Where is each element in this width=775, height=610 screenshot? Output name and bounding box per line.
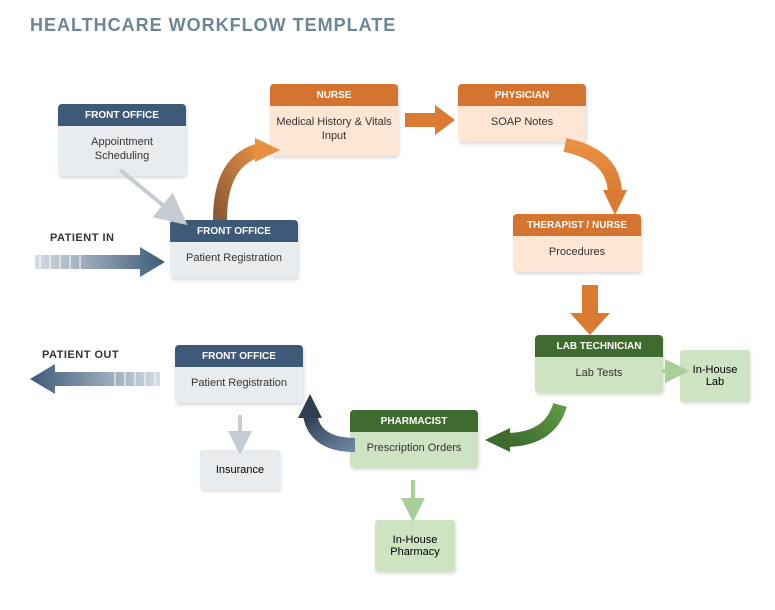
node-body: SOAP Notes (458, 106, 586, 142)
patient-in-label: PATIENT IN (50, 232, 114, 244)
patient-out-arrow (30, 364, 160, 399)
node-body: Procedures (513, 236, 641, 272)
arrow-fo1-to-fo2 (120, 170, 190, 235)
node-front-office-appointment: FRONT OFFICE Appointment Scheduling (58, 104, 186, 176)
node-pharmacist: PHARMACIST Prescription Orders (350, 410, 478, 468)
arrow-lab-to-inhouse-lab (662, 363, 687, 384)
arrow-pharmacist-to-inhouse-pharmacy (405, 480, 421, 525)
node-body: Appointment Scheduling (58, 126, 186, 176)
node-body: Patient Registration (175, 367, 303, 403)
subbox-inhouse-pharmacy: In-House Pharmacy (375, 520, 455, 572)
node-header: NURSE (270, 84, 398, 106)
node-body: Prescription Orders (350, 432, 478, 468)
arrow-fo2-to-nurse (205, 140, 285, 235)
node-header: PHARMACIST (350, 410, 478, 432)
arrow-physician-to-therapist (560, 140, 640, 235)
node-body: Lab Tests (535, 357, 663, 393)
node-header: FRONT OFFICE (175, 345, 303, 367)
node-body: Medical History & Vitals Input (270, 106, 398, 156)
arrow-therapist-to-lab (570, 285, 610, 340)
arrow-pharmacist-to-fo3 (285, 400, 365, 465)
arrow-nurse-to-physician (405, 105, 455, 140)
patient-out-label: PATIENT OUT (42, 349, 119, 361)
diagram-title: HEALTHCARE WORKFLOW TEMPLATE (30, 15, 396, 36)
node-lab-technician: LAB TECHNICIAN Lab Tests (535, 335, 663, 393)
node-front-office-registration-out: FRONT OFFICE Patient Registration (175, 345, 303, 403)
arrow-fo3-to-insurance (232, 415, 248, 458)
node-header: FRONT OFFICE (58, 104, 186, 126)
node-physician: PHYSICIAN SOAP Notes (458, 84, 586, 142)
arrow-lab-to-pharmacist (480, 400, 570, 465)
node-nurse: NURSE Medical History & Vitals Input (270, 84, 398, 156)
patient-in-arrow (35, 247, 165, 282)
node-header: PHYSICIAN (458, 84, 586, 106)
node-body: Patient Registration (170, 242, 298, 278)
subbox-inhouse-lab: In-House Lab (680, 350, 750, 402)
